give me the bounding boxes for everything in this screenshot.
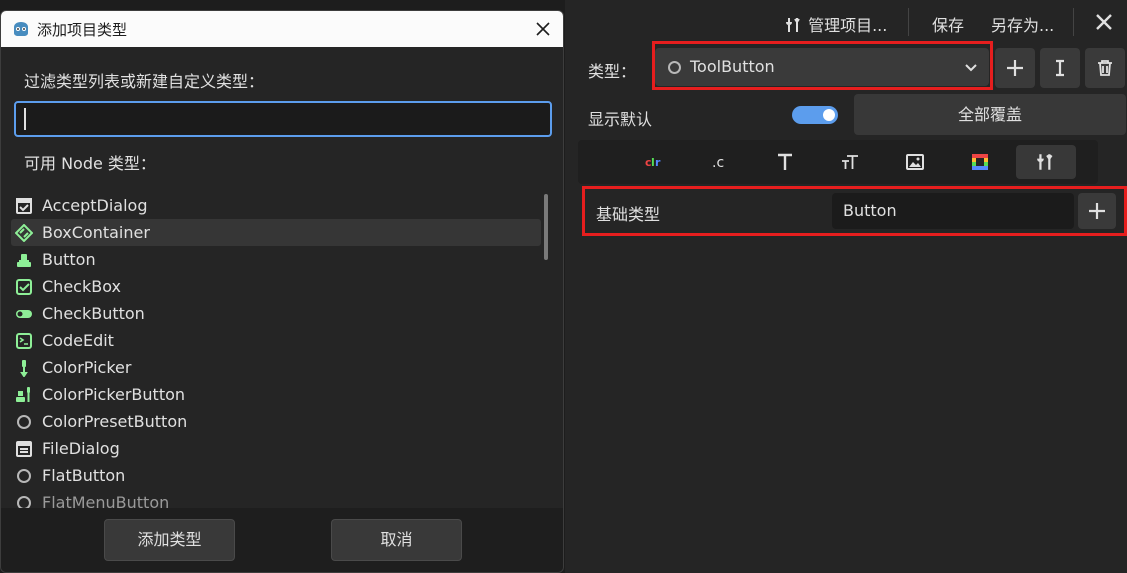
checkbox-icon	[14, 277, 34, 297]
type-settings-tab-icon	[1037, 154, 1053, 170]
list-item-label: ColorPicker	[42, 358, 132, 377]
tab-fonts[interactable]	[767, 145, 803, 179]
tab-constants[interactable]: .c	[702, 145, 738, 179]
list-item-label: CodeEdit	[42, 331, 114, 350]
plus-icon	[1007, 60, 1023, 76]
button-icon	[14, 250, 34, 270]
list-item[interactable]: CheckBox	[11, 273, 541, 300]
list-item-label: FileDialog	[42, 439, 120, 458]
add-item-type-dialog: 添加项目类型 过滤类型列表或新建自定义类型： 可用 Node 类型： Accep…	[0, 10, 564, 573]
stylebox-tab-icon	[972, 154, 988, 170]
list-item[interactable]: ColorPresetButton	[11, 408, 541, 435]
manage-items-label: 管理项目...	[808, 16, 888, 35]
rename-type-button[interactable]	[1040, 48, 1080, 88]
filter-label: 过滤类型列表或新建自定义类型：	[24, 72, 265, 91]
list-item[interactable]: ColorPickerButton	[11, 381, 541, 408]
dialog-title-bar: 添加项目类型	[1, 11, 563, 47]
toggle-icon	[14, 304, 34, 324]
list-item[interactable]: CodeEdit	[11, 327, 541, 354]
file-dialog-icon	[14, 439, 34, 459]
tab-font-sizes[interactable]	[832, 145, 868, 179]
list-item[interactable]: Button	[11, 246, 541, 273]
item-type-tabs: c l r .c	[578, 140, 1098, 184]
available-types-label: 可用 Node 类型：	[24, 154, 156, 173]
constant-tab-icon: .c	[712, 155, 724, 170]
tab-styleboxes[interactable]	[962, 145, 998, 179]
cancel-button[interactable]: 取消	[331, 519, 462, 561]
theme-editor-panel: 管理项目... 保存 另存为... 类型： ToolButton 显示默认 全部…	[565, 0, 1127, 573]
list-item[interactable]: AcceptDialog	[11, 192, 541, 219]
list-item-label: ColorPickerButton	[42, 385, 186, 404]
list-item-label: AcceptDialog	[42, 196, 148, 215]
list-item[interactable]: FlatButton	[11, 462, 541, 489]
tab-colors[interactable]: c l r	[637, 145, 673, 179]
text-caret	[24, 108, 26, 130]
set-base-type-button[interactable]	[1078, 193, 1116, 229]
manage-items-button[interactable]: 管理项目...	[785, 12, 887, 36]
editor-top-bar: 管理项目... 保存 另存为...	[565, 0, 1127, 46]
list-item-label: CheckBox	[42, 277, 121, 296]
tab-type-settings[interactable]	[1016, 145, 1076, 179]
icon-tab-icon	[906, 154, 924, 170]
color-picker-icon	[14, 358, 34, 378]
base-type-row: 基础类型 Button	[582, 186, 1127, 236]
show-default-label: 显示默认	[588, 110, 653, 129]
remove-type-button[interactable]	[1085, 48, 1125, 88]
trash-icon	[1098, 60, 1112, 76]
type-label: 类型：	[588, 62, 637, 81]
dialog-icon	[14, 196, 34, 216]
chevron-down-icon	[965, 64, 977, 72]
circle-icon	[14, 466, 34, 486]
svg-text:r: r	[655, 156, 661, 169]
override-all-button[interactable]: 全部覆盖	[854, 94, 1126, 135]
circle-icon	[14, 493, 34, 508]
type-select-value: ToolButton	[690, 57, 775, 76]
list-item[interactable]: FlatMenuButton	[11, 489, 541, 508]
toolbar-divider	[1073, 8, 1074, 36]
font-size-tab-icon	[842, 155, 858, 169]
base-type-value: Button	[843, 201, 897, 220]
close-dialog-icon[interactable]	[534, 20, 552, 38]
container-icon	[14, 223, 34, 243]
base-type-label: 基础类型	[596, 205, 661, 224]
dialog-footer: 添加类型 取消	[1, 508, 563, 572]
filter-input[interactable]	[14, 101, 552, 137]
save-as-button[interactable]: 另存为...	[991, 12, 1054, 36]
dialog-title: 添加项目类型	[37, 21, 128, 39]
list-item[interactable]: ColorPicker	[11, 354, 541, 381]
scrollbar-thumb[interactable]	[544, 194, 548, 260]
node-type-list[interactable]: AcceptDialog BoxContainer Button CheckBox Ch…	[11, 192, 541, 508]
font-tab-icon	[778, 153, 792, 170]
type-select-dropdown[interactable]: ToolButton	[655, 48, 989, 86]
plus-icon	[1089, 203, 1105, 219]
toolbar-divider	[908, 8, 909, 36]
circle-icon	[14, 412, 34, 432]
list-item[interactable]: CheckButton	[11, 300, 541, 327]
godot-logo-icon	[14, 22, 28, 36]
list-item[interactable]: BoxContainer	[11, 219, 541, 246]
close-editor-icon[interactable]	[1092, 10, 1116, 34]
base-type-field[interactable]: Button	[832, 193, 1074, 229]
tab-icons[interactable]	[897, 145, 933, 179]
list-item-label: Button	[42, 250, 96, 269]
list-item-label: ColorPresetButton	[42, 412, 188, 431]
list-item-label: BoxContainer	[42, 223, 150, 242]
show-default-toggle[interactable]	[792, 106, 838, 124]
list-item-label: FlatMenuButton	[42, 493, 170, 508]
list-item-label: CheckButton	[42, 304, 145, 323]
color-picker-button-icon	[14, 385, 34, 405]
list-item-label: FlatButton	[42, 466, 126, 485]
list-item[interactable]: FileDialog	[11, 435, 541, 462]
add-type-confirm-button[interactable]: 添加类型	[104, 519, 235, 561]
svg-text:.c: .c	[712, 155, 724, 170]
add-type-button[interactable]	[995, 48, 1035, 88]
list-scrollbar[interactable]	[543, 192, 549, 508]
tool-button-type-icon	[668, 61, 681, 74]
code-edit-icon	[14, 331, 34, 351]
color-tab-icon: c l r	[645, 156, 661, 169]
rename-icon	[1056, 59, 1064, 77]
tools-icon	[786, 18, 800, 32]
save-button[interactable]: 保存	[932, 12, 964, 36]
